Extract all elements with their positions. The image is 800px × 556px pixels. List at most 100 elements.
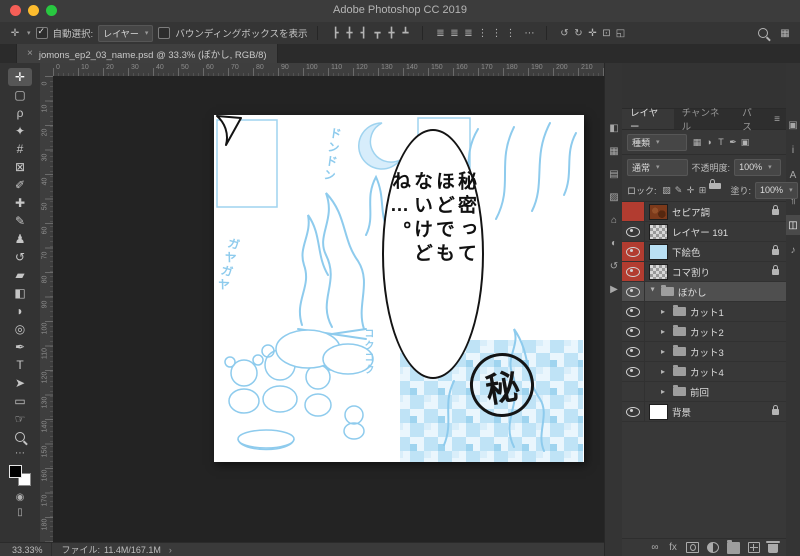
- 3d-drag-icon[interactable]: ✛: [585, 26, 599, 41]
- vertical-ruler[interactable]: 0 10 20 30 40 50 60 70 80 90 100 110 120 130 140 150 160…: [40, 76, 54, 543]
- lock-artboard-icon[interactable]: ⊞: [697, 183, 709, 198]
- tool-zoom[interactable]: [8, 428, 32, 446]
- horizontal-ruler[interactable]: 0 10 20 30 40 50 60 70 80 90 100 110 120 130 140 150 160…: [53, 63, 604, 77]
- close-tab-icon[interactable]: ×: [27, 48, 33, 59]
- tool-preset-caret-icon[interactable]: ▾: [27, 29, 31, 37]
- zoom-level-field[interactable]: 33.33%: [0, 543, 52, 556]
- filter-pixel-icon[interactable]: ▦: [691, 135, 703, 150]
- dock-libraries-icon[interactable]: ⌂: [605, 210, 623, 230]
- screen-mode-icon[interactable]: ▯: [8, 505, 32, 520]
- layer-row-zenkai[interactable]: ▸ 前回: [622, 382, 786, 402]
- visibility-toggle[interactable]: [622, 362, 645, 381]
- delete-layer-icon[interactable]: [766, 541, 780, 553]
- tool-quick-selection[interactable]: ✦: [8, 122, 32, 140]
- new-layer-icon[interactable]: [748, 542, 760, 553]
- dock-patterns-icon[interactable]: ▨: [605, 187, 623, 207]
- edit-toolbar-icon[interactable]: ⋯: [8, 446, 32, 461]
- color-swatches[interactable]: [9, 465, 31, 486]
- disclosure-icon[interactable]: ▸: [661, 347, 669, 356]
- dock-navigator-icon[interactable]: ◫: [786, 215, 800, 235]
- dock-swatches-icon[interactable]: ▦: [605, 141, 623, 161]
- 3d-slide-icon[interactable]: ⊡: [599, 26, 613, 41]
- tool-type[interactable]: T: [8, 356, 32, 374]
- distribute-top-icon[interactable]: ≣: [433, 26, 447, 41]
- visibility-toggle[interactable]: [622, 282, 645, 301]
- adjustment-layer-icon[interactable]: [707, 542, 719, 553]
- filter-shape-icon[interactable]: ✒: [727, 135, 739, 150]
- tool-crop[interactable]: #: [8, 140, 32, 158]
- tool-brush[interactable]: ✎: [8, 212, 32, 230]
- 3d-scale-icon[interactable]: ◱: [613, 26, 627, 41]
- search-icon[interactable]: [758, 28, 768, 38]
- visibility-toggle[interactable]: [622, 222, 645, 241]
- align-bottom-icon[interactable]: ┻: [398, 26, 412, 41]
- tab-layers[interactable]: レイヤー: [622, 108, 674, 133]
- layer-row-cut4[interactable]: ▸ カット4: [622, 362, 786, 382]
- dock-properties-icon[interactable]: ▣: [786, 115, 800, 135]
- disclosure-icon[interactable]: ▸: [661, 387, 669, 396]
- distribute-middle-icon[interactable]: ≣: [447, 26, 461, 41]
- tab-channels[interactable]: チャンネル: [674, 108, 735, 133]
- layer-row-komawari[interactable]: コマ割り: [622, 262, 786, 282]
- tab-paths[interactable]: パス: [734, 108, 768, 133]
- document-canvas[interactable]: ドンドン ガヤガヤ コクコク 秘密ってほどでもないけどね…。 秘: [214, 115, 584, 462]
- filter-type-icon[interactable]: T: [715, 135, 727, 150]
- visibility-toggle[interactable]: [622, 322, 645, 341]
- visibility-toggle[interactable]: [622, 302, 645, 321]
- disclosure-icon[interactable]: ▸: [649, 288, 658, 296]
- new-group-icon[interactable]: [727, 539, 740, 554]
- layer-row-bokashi[interactable]: ▸ ぼかし: [622, 282, 786, 302]
- filter-smart-icon[interactable]: ▣: [739, 135, 751, 150]
- layer-mask-icon[interactable]: [686, 542, 699, 553]
- tool-gradient[interactable]: ◧: [8, 284, 32, 302]
- layer-row-shitaeiro[interactable]: 下絵色: [622, 242, 786, 262]
- layer-row-cut1[interactable]: ▸ カット1: [622, 302, 786, 322]
- tool-frame[interactable]: ⊠: [8, 158, 32, 176]
- 3d-roll-icon[interactable]: ↻: [571, 26, 585, 41]
- auto-select-checkbox[interactable]: [35, 26, 48, 39]
- link-layers-icon[interactable]: ∞: [650, 542, 660, 554]
- filter-kind-dropdown[interactable]: 種類 ▾: [627, 133, 687, 151]
- align-center-h-icon[interactable]: ╋: [342, 26, 356, 41]
- distribute-left-icon[interactable]: ⋮: [475, 26, 489, 41]
- filter-adjustment-icon[interactable]: ◑: [703, 135, 715, 150]
- visibility-toggle[interactable]: [622, 202, 645, 221]
- dock-color-icon[interactable]: ◧: [605, 118, 623, 138]
- current-tool-icon[interactable]: ✛: [8, 26, 22, 41]
- layer-row-cut3[interactable]: ▸ カット3: [622, 342, 786, 362]
- layer-row-layer-191[interactable]: レイヤー 191: [622, 222, 786, 242]
- status-menu-chevron-icon[interactable]: ›: [169, 545, 172, 555]
- tool-path-selection[interactable]: ➤: [8, 374, 32, 392]
- disclosure-icon[interactable]: ▸: [661, 367, 669, 376]
- align-left-icon[interactable]: ┣: [328, 26, 342, 41]
- tool-lasso[interactable]: ρ: [8, 104, 32, 122]
- layer-effects-icon[interactable]: fx: [668, 542, 678, 554]
- lock-transparent-icon[interactable]: ▨: [661, 183, 673, 198]
- tool-shape[interactable]: ▭: [8, 392, 32, 410]
- tool-clone-stamp[interactable]: ♟: [8, 230, 32, 248]
- tool-dodge[interactable]: ◎: [8, 320, 32, 338]
- tool-healing-brush[interactable]: ✚: [8, 194, 32, 212]
- opacity-dropdown[interactable]: 100% ▾: [734, 158, 781, 176]
- visibility-toggle[interactable]: [622, 262, 645, 281]
- distribute-center-icon[interactable]: ⋮: [489, 26, 503, 41]
- 3d-rotate-icon[interactable]: ↺: [557, 26, 571, 41]
- foreground-color-swatch[interactable]: [9, 465, 22, 478]
- more-options-icon[interactable]: ⋯: [522, 26, 536, 41]
- tool-pen[interactable]: ✒: [8, 338, 32, 356]
- distribute-right-icon[interactable]: ⋮: [503, 26, 517, 41]
- dock-info-icon[interactable]: i: [786, 140, 800, 160]
- disclosure-icon[interactable]: ▸: [661, 307, 669, 316]
- dock-adjustments-icon[interactable]: ◐: [605, 233, 623, 253]
- align-top-icon[interactable]: ┳: [370, 26, 384, 41]
- dock-timeline-icon[interactable]: ♪: [786, 240, 800, 260]
- tool-eraser[interactable]: ▰: [8, 266, 32, 284]
- visibility-toggle[interactable]: [622, 402, 645, 421]
- document-tab[interactable]: × jomons_ep2_03_name.psd @ 33.3% (ぼかし, R…: [16, 44, 278, 63]
- align-center-v-icon[interactable]: ╋: [384, 26, 398, 41]
- dock-history-icon[interactable]: ↺: [605, 256, 623, 276]
- canvas-workspace[interactable]: ドンドン ガヤガヤ コクコク 秘密ってほどでもないけどね…。 秘: [53, 76, 604, 543]
- lock-position-icon[interactable]: ✛: [685, 183, 697, 198]
- quick-mask-icon[interactable]: ◉: [8, 490, 32, 505]
- workspace-switcher-icon[interactable]: ▦: [778, 26, 792, 41]
